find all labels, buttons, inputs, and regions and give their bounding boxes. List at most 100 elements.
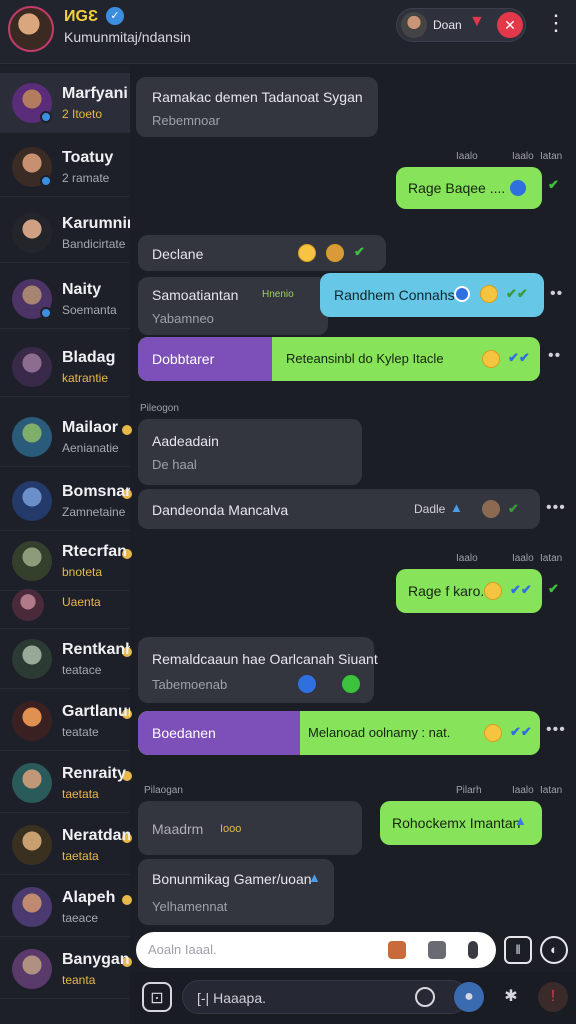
sidebar-item-2[interactable]: Karumnir Bandicirtate [0,203,130,263]
more-options-icon[interactable]: ••• [546,499,566,517]
close-call-icon[interactable]: ✕ [497,12,523,38]
message-timestamp: Iatan [540,785,563,796]
sidebar-item-11[interactable]: Renraity taetata [0,753,132,813]
active-call-pill[interactable]: Doan ▼ ✕ [396,8,526,42]
message-text: Ramakac demen Tadanoat Sygan [152,89,363,105]
sidebar-item-name: Rtecrfan [62,543,127,560]
message-bubble[interactable]: Rohockemx Imantan ▲ [380,801,542,845]
check-badge-icon [298,675,316,693]
quick-reply-text: [-| Haaapa. [197,990,267,1006]
sidebar-item-name: Rentkanh [62,641,130,658]
message-timestamp: Iaalo [512,785,534,796]
sidebar-item-sub: 2 ramate [62,171,110,185]
message-timestamp: Iaalo [512,151,534,162]
sidebar-item-sub: taeace [62,911,99,925]
day-divider: Pileogon [140,403,179,414]
avatar [12,481,52,521]
link-icon [510,180,526,196]
message-bubble[interactable]: Rage Baqee .... [396,167,542,209]
read-receipt-icon: ✔ [548,177,559,192]
emoji-icon [480,285,498,303]
sidebar-item-name: Marfyani [62,85,128,102]
message-bubble[interactable]: Aadeadain De haal [138,419,362,485]
message-text: Declane [152,246,204,262]
read-receipt-icon: ✔✔ [506,286,528,301]
sidebar-item-sub: teatate [62,725,99,739]
avatar [12,949,52,989]
sidebar-item-sub: taetata [62,849,99,863]
sidebar-item-name: Karumnir [62,215,130,232]
message-input-placeholder: Aoaln Iaaal. [148,942,217,957]
sidebar-item-12[interactable]: Neratdan taetata [0,815,132,875]
message-text: Dandeonda Mancalva [152,502,289,518]
sidebar-item-0[interactable]: Marfyani 2 Itoeto [0,73,130,133]
sidebar-item-14[interactable]: Banygan teanta [0,939,132,999]
message-bubble[interactable]: Ramakac demen Tadanoat Sygan Rebemnoar [136,77,378,137]
sidebar-item-1[interactable]: Toatuy 2 ramate [0,137,130,197]
more-options-icon[interactable]: ••• [546,721,566,739]
more-options-icon[interactable]: •• [548,347,561,365]
message-bubble[interactable]: Bonunmikag Gamer/uoan ▲ Yelhamennat [138,859,334,925]
message-bubble[interactable]: Randhem Connahs ✔✔ [320,273,544,317]
read-receipt-icon: ✔✔ [510,724,532,739]
message-bubble[interactable]: Declane ✔ [138,235,386,271]
avatar [482,500,500,518]
gif-icon[interactable] [388,941,406,959]
reply-quote-text: Dobbtarer [152,351,215,367]
alert-icon[interactable]: ! [538,982,568,1012]
sidebar-item-7[interactable]: Rtecrfan bnoteta [0,531,132,591]
sidebar-item-13[interactable]: Alapeh taeace [0,877,132,937]
message-bubble[interactable]: Dandeonda Mancalva Dadle ▲ ✔ [138,489,540,529]
sidebar-item-name: Toatuy [62,149,114,166]
pin-icon[interactable]: ▼ [469,13,485,31]
message-sender: Yelhamennat [152,899,228,914]
compose-icon[interactable]: ⊡ [142,982,172,1012]
conversation-sidebar: Marfyani 2 Itoeto Toatuy 2 ramate Karumn… [0,65,132,1024]
sidebar-item-sub: teatace [62,663,102,677]
call-avatar [401,12,427,38]
image-icon[interactable] [428,941,446,959]
sidebar-item-5[interactable]: Mailaor Aenianatie [0,407,132,467]
sidebar-item-name: Naity [62,281,102,298]
message-bubble[interactable]: Remaldcaaun hae Oarlcanah Siuant Tabemoe… [138,637,378,703]
sidebar-item-3[interactable]: Naity Soemanta [0,269,130,329]
smile-icon [342,675,360,693]
emoji-picker-icon[interactable]: ◐ [540,936,568,964]
profile-avatar[interactable] [8,6,54,52]
day-divider: Pilaogan [144,785,183,796]
avatar [12,763,52,803]
sidebar-item-sub: Zamnetaine [62,505,126,519]
message-text: Melanoad oolnamy : nat. [308,725,451,740]
message-bubble[interactable]: Dobbtarer Reteansinbl do Kylep Itacle ✔✔ [138,337,540,381]
read-receipt-icon: ✔ [548,581,559,596]
sidebar-item-10[interactable]: Gartlanur teatate [0,691,132,751]
sidebar-item-name: Neratdan [62,827,130,844]
sticker-icon[interactable] [415,987,435,1007]
avatar [12,347,52,387]
read-receipt-icon: ✔ [354,244,365,259]
attachment-icon[interactable]: ‖ [504,936,532,964]
sidebar-item-name: Gartlanur [62,703,130,720]
quick-reply-field[interactable]: [-| Haaapa. [182,980,468,1014]
sidebar-item-6[interactable]: Bomsnar Zamnetaine [0,471,132,531]
settings-icon[interactable]: ✱ [496,982,526,1012]
sidebar-item-8[interactable]: Uaenta [0,585,130,629]
message-input[interactable]: Aoaln Iaaal. [136,932,496,968]
voice-icon[interactable]: ● [454,982,484,1012]
sidebar-item-9[interactable]: Rentkanh teatace [0,629,132,689]
message-bubble[interactable]: Rage f karo. ✔✔ [396,569,542,613]
more-options-icon[interactable]: •• [550,285,563,303]
emoji-icon [484,724,502,742]
message-bubble[interactable]: Samoatiantan Hnenio Yabamneo [138,277,328,335]
bottom-toolbar: ⊡ [-| Haaapa. ● ✱ ! [130,972,576,1024]
sidebar-item-sub: Aenianatie [62,441,119,455]
message-timestamp: Iaalo [456,553,478,564]
message-sender: De haal [152,457,197,472]
sidebar-item-4[interactable]: Bladag katrantie [0,337,130,397]
message-bubble[interactable]: Boedanen Melanoad oolnamy : nat. ✔✔ [138,711,540,755]
microphone-icon[interactable] [468,941,478,959]
message-text: Rage f karo. [408,583,485,599]
more-menu-icon[interactable]: ⋮ [545,10,567,36]
like-icon: ▲ [308,870,321,885]
message-bubble[interactable]: Maadrm Iooo [138,801,362,855]
